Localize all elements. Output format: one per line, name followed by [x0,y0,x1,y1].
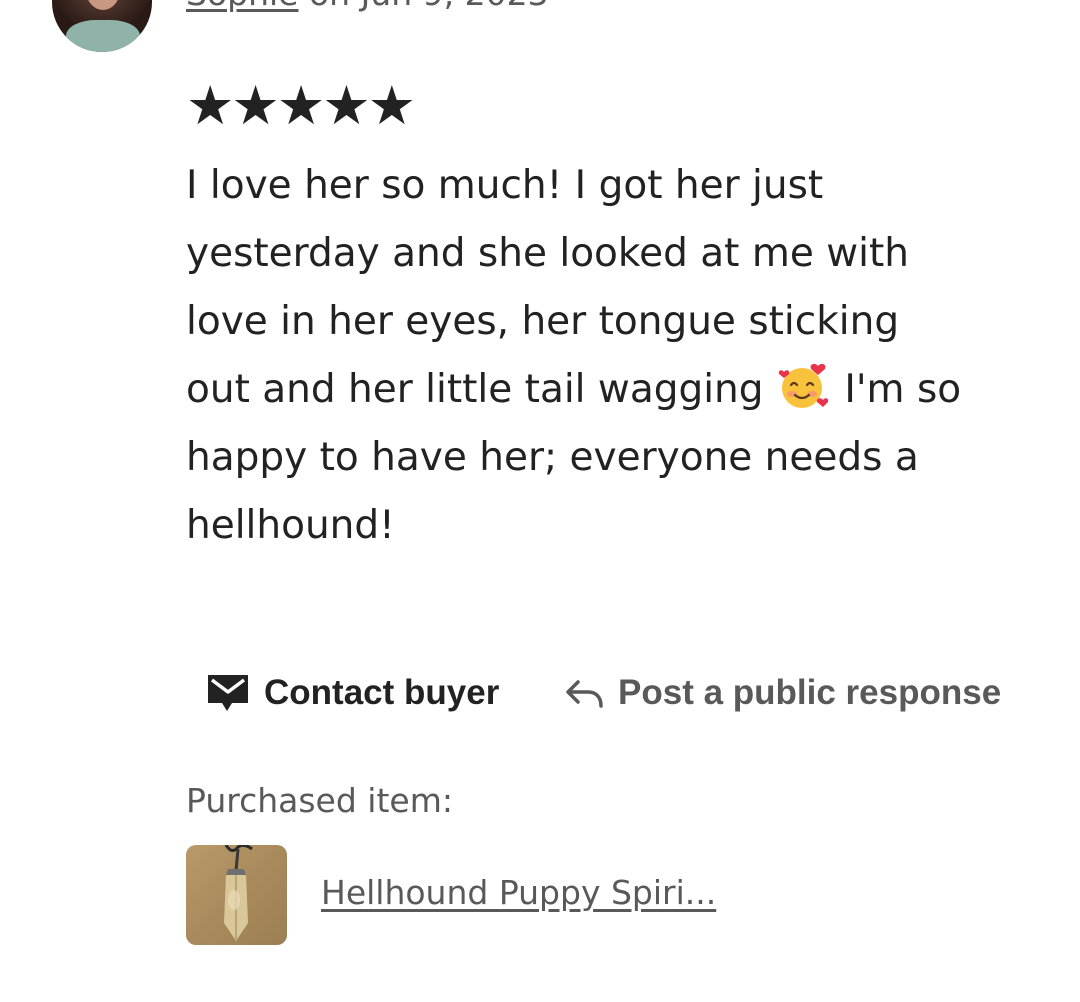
purchased-item-label: Purchased item: [186,781,453,820]
review-line-2: yesterday and she looked at me with [186,231,909,276]
review-line-3: love in her eyes, her tongue sticking [186,299,900,344]
reviewer-line: Sophie on Jun 9, 2023 [186,0,549,14]
review-text: I love her so much! I got her just yeste… [186,152,1046,560]
review-date: on Jun 9, 2023 [309,0,549,13]
purchased-item-link[interactable]: Hellhound Puppy Spiri... [321,868,716,918]
review-line-5: happy to have her; everyone needs a [186,435,919,480]
envelope-icon [206,673,250,713]
smiling-face-with-hearts-icon [778,363,829,408]
review-line-1: I love her so much! I got her just [186,163,824,208]
post-public-response-label: Post a public response [618,673,1002,712]
avatar-face [86,0,120,10]
star-rating: ★★★★★ [186,74,416,137]
post-public-response-button[interactable]: Post a public response [564,668,1001,718]
review-line-6: hellhound! [186,503,395,548]
reviewer-name-link[interactable]: Sophie [186,0,298,13]
avatar-shirt [66,20,140,52]
reply-arrow-icon [564,676,604,710]
review-line-4: out and her little tail wagging I'm so [186,356,1046,424]
reviewer-avatar[interactable] [52,0,152,52]
item-thumbnail[interactable] [186,845,287,945]
contact-buyer-label: Contact buyer [264,673,500,712]
review-actions: Contact buyer Post a public response [206,668,1066,718]
review-line-4-tail: I'm so [831,367,962,412]
review-line-4-text: out and her little tail wagging [186,367,776,412]
pendant-image [224,845,253,941]
contact-buyer-button[interactable]: Contact buyer [206,668,499,718]
